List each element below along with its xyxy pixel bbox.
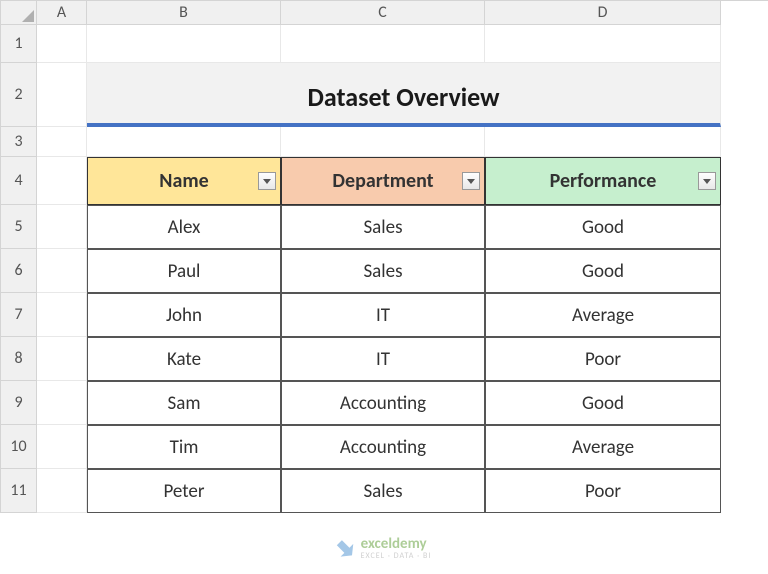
cell-c3[interactable] bbox=[281, 127, 485, 157]
chevron-down-icon bbox=[703, 179, 711, 184]
col-header-c[interactable]: C bbox=[281, 1, 485, 25]
table-cell-department[interactable]: Accounting bbox=[281, 381, 485, 425]
cell-a10[interactable] bbox=[37, 425, 87, 469]
spreadsheet-grid: A B C D 1 2 Dataset Overview 3 4 Name De… bbox=[0, 0, 768, 513]
header-performance-label: Performance bbox=[550, 169, 657, 193]
filter-button-department[interactable] bbox=[462, 172, 480, 190]
cell-a3[interactable] bbox=[37, 127, 87, 157]
row-header-10[interactable]: 10 bbox=[1, 425, 37, 469]
col-header-d[interactable]: D bbox=[485, 1, 721, 25]
watermark: exceldemy EXCEL · DATA · BI bbox=[337, 537, 432, 560]
col-header-a[interactable]: A bbox=[37, 1, 87, 25]
header-department[interactable]: Department bbox=[281, 157, 485, 205]
row-header-1[interactable]: 1 bbox=[1, 25, 37, 63]
chevron-down-icon bbox=[467, 179, 475, 184]
header-performance[interactable]: Performance bbox=[485, 157, 721, 205]
table-cell-department[interactable]: IT bbox=[281, 337, 485, 381]
row-header-6[interactable]: 6 bbox=[1, 249, 37, 293]
table-cell-performance[interactable]: Average bbox=[485, 425, 721, 469]
table-cell-name[interactable]: John bbox=[87, 293, 281, 337]
table-cell-department[interactable]: IT bbox=[281, 293, 485, 337]
header-name[interactable]: Name bbox=[87, 157, 281, 205]
row-header-4[interactable]: 4 bbox=[1, 157, 37, 205]
watermark-main: exceldemy bbox=[361, 537, 432, 552]
cell-a6[interactable] bbox=[37, 249, 87, 293]
row-header-3[interactable]: 3 bbox=[1, 127, 37, 157]
table-cell-performance[interactable]: Average bbox=[485, 293, 721, 337]
row-header-11[interactable]: 11 bbox=[1, 469, 37, 513]
cell-a5[interactable] bbox=[37, 205, 87, 249]
row-header-5[interactable]: 5 bbox=[1, 205, 37, 249]
table-cell-department[interactable]: Sales bbox=[281, 205, 485, 249]
table-cell-name[interactable]: Kate bbox=[87, 337, 281, 381]
table-cell-performance[interactable]: Good bbox=[485, 249, 721, 293]
cell-a4[interactable] bbox=[37, 157, 87, 205]
cell-b3[interactable] bbox=[87, 127, 281, 157]
cell-a7[interactable] bbox=[37, 293, 87, 337]
table-cell-name[interactable]: Paul bbox=[87, 249, 281, 293]
cell-b1[interactable] bbox=[87, 25, 281, 63]
row-header-2[interactable]: 2 bbox=[1, 63, 37, 127]
table-cell-performance[interactable]: Poor bbox=[485, 469, 721, 513]
table-cell-name[interactable]: Tim bbox=[87, 425, 281, 469]
table-cell-performance[interactable]: Good bbox=[485, 381, 721, 425]
table-cell-department[interactable]: Sales bbox=[281, 469, 485, 513]
cell-a2[interactable] bbox=[37, 63, 87, 127]
table-cell-performance[interactable]: Poor bbox=[485, 337, 721, 381]
row-header-8[interactable]: 8 bbox=[1, 337, 37, 381]
cell-c1[interactable] bbox=[281, 25, 485, 63]
title-cell[interactable]: Dataset Overview bbox=[87, 63, 721, 127]
header-name-label: Name bbox=[159, 169, 208, 193]
table-cell-name[interactable]: Peter bbox=[87, 469, 281, 513]
col-header-b[interactable]: B bbox=[87, 1, 281, 25]
table-cell-department[interactable]: Sales bbox=[281, 249, 485, 293]
cell-d3[interactable] bbox=[485, 127, 721, 157]
table-cell-name[interactable]: Alex bbox=[87, 205, 281, 249]
table-cell-performance[interactable]: Good bbox=[485, 205, 721, 249]
cell-a9[interactable] bbox=[37, 381, 87, 425]
cell-a1[interactable] bbox=[37, 25, 87, 63]
table-cell-department[interactable]: Accounting bbox=[281, 425, 485, 469]
filter-button-performance[interactable] bbox=[698, 172, 716, 190]
cell-a11[interactable] bbox=[37, 469, 87, 513]
header-department-label: Department bbox=[332, 169, 433, 193]
cell-d1[interactable] bbox=[485, 25, 721, 63]
select-all-corner[interactable] bbox=[1, 1, 37, 25]
table-cell-name[interactable]: Sam bbox=[87, 381, 281, 425]
chevron-down-icon bbox=[263, 179, 271, 184]
watermark-logo-icon bbox=[333, 536, 358, 561]
row-header-9[interactable]: 9 bbox=[1, 381, 37, 425]
filter-button-name[interactable] bbox=[258, 172, 276, 190]
row-header-7[interactable]: 7 bbox=[1, 293, 37, 337]
cell-a8[interactable] bbox=[37, 337, 87, 381]
watermark-sub: EXCEL · DATA · BI bbox=[361, 552, 432, 560]
